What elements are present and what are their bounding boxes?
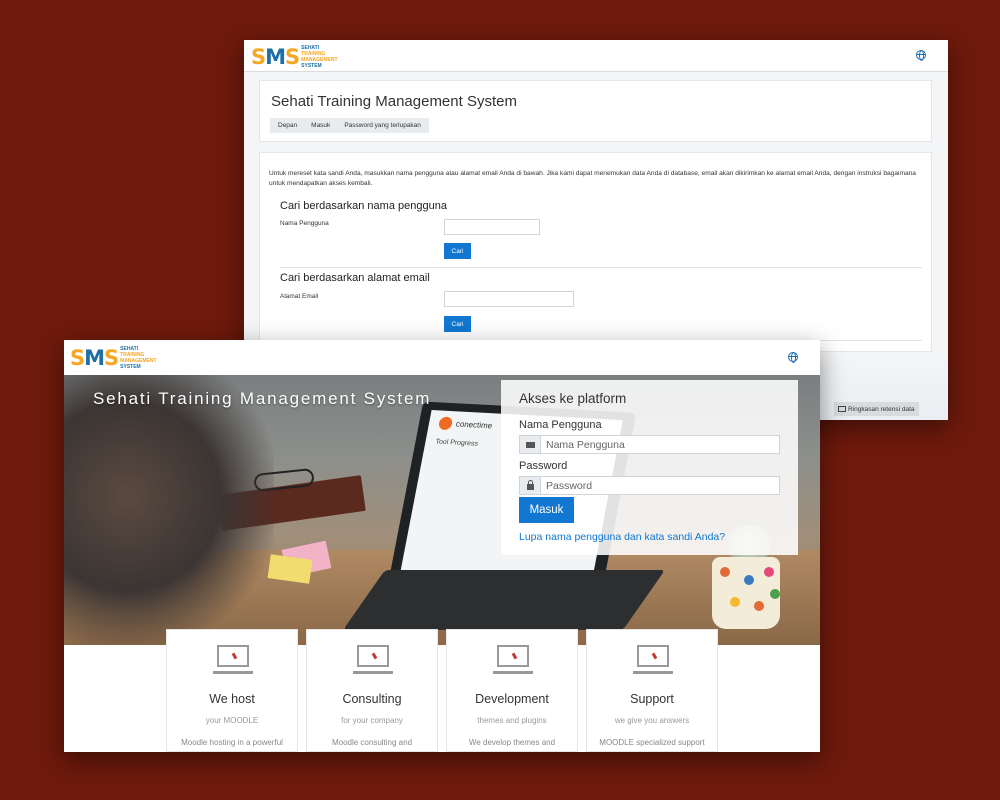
forgot-password-link[interactable]: Lupa nama pengguna dan kata sandi Anda?	[519, 531, 725, 543]
navbar: SMS SEHATI TRAINING MANAGEMENT SYSTEM	[244, 40, 948, 72]
monitor-icon	[213, 645, 253, 677]
service-description: We develop themes and	[468, 738, 556, 747]
lock-icon	[520, 477, 541, 494]
breadcrumb-item-masuk[interactable]: Masuk	[311, 122, 330, 129]
data-retention-button[interactable]: Ringkasan retensi data	[834, 402, 919, 416]
breadcrumb-item-depan[interactable]: Depan	[278, 122, 297, 129]
breadcrumb-item-current: Password yang terlupakan	[344, 122, 421, 129]
envelope-icon	[520, 436, 541, 453]
service-title: We host	[209, 692, 255, 706]
username-group	[519, 435, 780, 454]
service-title: Development	[475, 692, 549, 706]
globe-icon[interactable]	[788, 352, 798, 363]
service-card: Development themes and plugins We develo…	[446, 629, 578, 752]
hero-banner: conectime Tool Progress Sehati Training …	[64, 375, 820, 645]
service-subtitle: for your company	[341, 716, 403, 725]
email-field[interactable]	[444, 291, 574, 307]
intro-text: Untuk mereset kata sandi Anda, masukkan …	[269, 170, 916, 187]
login-button[interactable]: Masuk	[519, 497, 574, 523]
navbar: SMS SEHATI TRAINING MANAGEMENT SYSTEM	[64, 340, 820, 375]
username-input[interactable]	[541, 436, 779, 453]
breadcrumb: Depan Masuk Password yang terlupakan	[270, 118, 429, 133]
monitor-icon	[353, 645, 393, 677]
service-card: We host your MOODLE Moodle hosting in a …	[166, 629, 298, 752]
search-email-button[interactable]: Cari	[444, 316, 471, 332]
service-title: Consulting	[342, 692, 402, 706]
service-card: Support we give you answers MOODLE speci…	[586, 629, 718, 752]
username-label: Nama Pengguna	[280, 220, 329, 227]
site-logo[interactable]: SMS SEHATI TRAINING MANAGEMENT SYSTEM	[70, 346, 157, 370]
monitor-icon	[493, 645, 533, 677]
service-description: Moodle hosting in a powerful	[181, 738, 283, 747]
data-retention-label: Ringkasan retensi data	[848, 405, 915, 413]
monitor-icon	[633, 645, 673, 677]
hero-title: Sehati Training Management System	[93, 389, 432, 408]
password-group	[519, 476, 780, 495]
username-field[interactable]	[444, 219, 540, 235]
service-subtitle: your MOODLE	[205, 716, 259, 725]
site-logo[interactable]: SMS SEHATI TRAINING MANAGEMENT SYSTEM	[251, 45, 338, 69]
username-label: Nama Pengguna	[519, 419, 602, 431]
section-title-email: Cari berdasarkan alamat email	[280, 272, 430, 284]
service-description: Moodle consulting and	[331, 738, 413, 747]
service-description: MOODLE specialized support	[599, 738, 705, 747]
section-title-username: Cari berdasarkan nama pengguna	[280, 200, 447, 212]
divider	[280, 267, 922, 268]
login-window: SMS SEHATI TRAINING MANAGEMENT SYSTEM co…	[64, 340, 820, 752]
search-username-button[interactable]: Cari	[444, 243, 471, 259]
page-title: Sehati Training Management System	[271, 93, 517, 110]
password-input[interactable]	[541, 477, 779, 494]
password-label: Password	[519, 460, 568, 472]
folder-icon	[838, 406, 846, 412]
page-header: Sehati Training Management System Depan …	[259, 80, 932, 142]
service-subtitle: we give you answers	[614, 716, 690, 725]
email-label: Alamat Email	[280, 293, 319, 300]
service-card: Consulting for your company Moodle consu…	[306, 629, 438, 752]
login-title: Akses ke platform	[519, 391, 627, 406]
service-title: Support	[630, 692, 674, 706]
login-panel: Akses ke platform Nama Pengguna Password…	[501, 380, 798, 555]
forgot-password-form: Untuk mereset kata sandi Anda, masukkan …	[259, 152, 932, 352]
service-subtitle: themes and plugins	[477, 716, 547, 725]
globe-icon[interactable]	[916, 50, 926, 61]
